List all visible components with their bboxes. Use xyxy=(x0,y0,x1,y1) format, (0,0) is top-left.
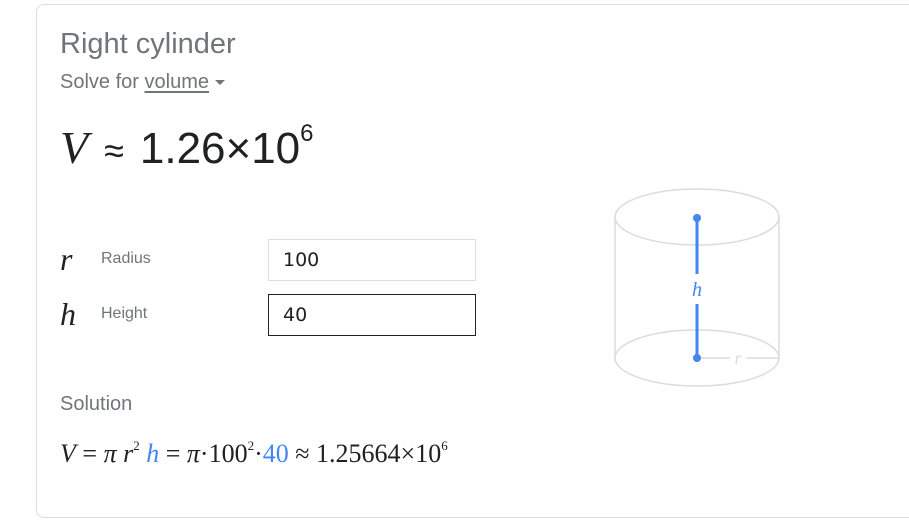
radius-diagram-label: r xyxy=(734,348,742,368)
result-mantissa: 1.26×10 xyxy=(139,124,301,173)
formula-lhs: V xyxy=(60,439,76,468)
solve-for-target[interactable]: volume xyxy=(145,71,209,93)
cylinder-diagram: r h xyxy=(614,188,780,387)
radius-label: Radius xyxy=(101,250,151,267)
solution-formula: V = π r2 h = π·1002·40 ≈ 1.25664×106 xyxy=(60,436,448,472)
radius-input[interactable] xyxy=(268,239,476,281)
solve-for-selector[interactable]: Solve for volume xyxy=(60,69,225,95)
formula-r: r xyxy=(123,439,134,468)
formula-dot-1: · xyxy=(199,439,209,468)
solve-for-prefix: Solve for xyxy=(60,71,139,93)
formula-result-exponent: 6 xyxy=(441,438,448,453)
height-bottom-point xyxy=(693,354,701,362)
result-exponent: 6 xyxy=(300,120,314,147)
formula-pi-1: π xyxy=(103,439,117,468)
height-diagram-label: h xyxy=(692,279,702,301)
formula-r-value: 100 xyxy=(208,439,248,468)
result-symbol: V xyxy=(60,122,89,173)
formula-equals-2: = xyxy=(165,439,181,468)
height-top-point xyxy=(693,214,701,222)
formula-r-exponent: 2 xyxy=(133,438,140,453)
height-input[interactable] xyxy=(268,294,476,336)
formula-equals-1: = xyxy=(82,439,98,468)
formula-result-mantissa: 1.25664×10 xyxy=(316,439,442,468)
formula-pi-2: π xyxy=(186,439,200,468)
formula-approx-sign: ≈ xyxy=(295,439,310,468)
card-title: Right cylinder xyxy=(60,28,236,60)
formula-h-value: 40 xyxy=(262,439,289,468)
radius-symbol: r xyxy=(60,241,73,277)
caret-down-icon[interactable] xyxy=(214,80,225,86)
solution-heading: Solution xyxy=(60,393,133,415)
result-display: V ≈1.26×106 xyxy=(60,120,314,179)
formula-dot-2: · xyxy=(254,439,263,468)
height-symbol: h xyxy=(60,296,76,332)
result-approx-sign: ≈ xyxy=(104,130,124,171)
formula-h: h xyxy=(146,439,160,468)
height-label: Height xyxy=(101,305,148,322)
